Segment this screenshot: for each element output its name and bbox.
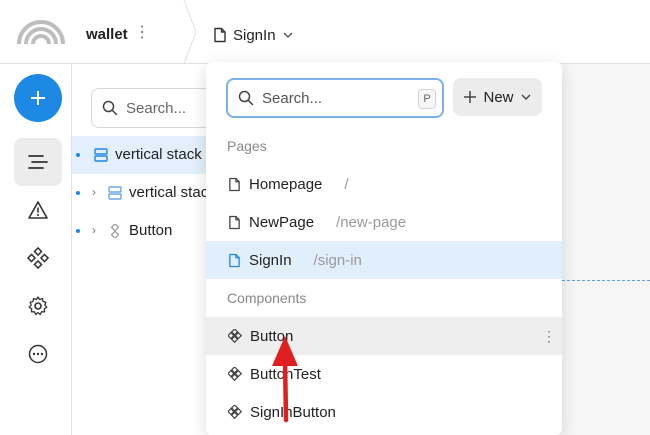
page-item-homepage[interactable]: Homepage / bbox=[206, 165, 562, 203]
search-icon bbox=[102, 100, 118, 116]
component-item-button[interactable]: Button ⋮ bbox=[206, 317, 562, 355]
vertical-stack-icon bbox=[94, 148, 108, 162]
components-icon bbox=[27, 247, 49, 269]
chevron-right-icon[interactable]: › bbox=[92, 223, 96, 237]
layers-icon bbox=[28, 155, 48, 169]
more-circle-icon bbox=[28, 344, 48, 364]
layer-indicator-dot bbox=[76, 153, 80, 157]
page-icon bbox=[228, 177, 241, 192]
plus-icon bbox=[31, 91, 45, 105]
pages-section-label: Pages bbox=[227, 138, 267, 154]
chevron-down-icon bbox=[521, 94, 530, 100]
layer-indicator-dot bbox=[76, 229, 80, 233]
page-icon bbox=[228, 215, 241, 230]
more-button[interactable] bbox=[14, 330, 62, 378]
left-rail bbox=[0, 64, 72, 435]
chevron-right-icon[interactable]: › bbox=[92, 185, 96, 199]
app-name[interactable]: wallet bbox=[86, 26, 128, 43]
page-name: SignIn bbox=[249, 251, 292, 269]
page-path: /sign-in bbox=[313, 251, 362, 269]
components-button[interactable] bbox=[14, 234, 62, 282]
component-menu-kebab-icon[interactable]: ⋮ bbox=[542, 328, 556, 345]
new-button-label: New bbox=[483, 88, 514, 106]
page-item-signin[interactable]: SignIn /sign-in bbox=[206, 241, 562, 279]
page-selector[interactable]: SignIn bbox=[213, 24, 294, 46]
layer-row[interactable]: › Button bbox=[72, 212, 212, 250]
page-icon bbox=[228, 253, 241, 268]
page-name: Homepage bbox=[249, 175, 323, 193]
page-search-input[interactable]: Search... P bbox=[226, 78, 444, 118]
layer-label: vertical stack bbox=[115, 146, 202, 163]
component-icon bbox=[228, 367, 242, 381]
canvas-guide-line bbox=[562, 280, 650, 281]
add-button[interactable] bbox=[14, 74, 62, 122]
component-icon bbox=[228, 329, 242, 343]
search-icon bbox=[238, 90, 254, 106]
layers-panel: Search... vertical stack › vertical stac… bbox=[72, 64, 241, 435]
app-menu-kebab-icon[interactable]: ⋮ bbox=[134, 25, 150, 43]
layer-indicator-dot bbox=[76, 191, 80, 195]
page-path: / bbox=[344, 175, 349, 193]
page-switcher-dropdown: Search... P New Pages Homepage / NewPage… bbox=[206, 62, 562, 435]
settings-button[interactable] bbox=[14, 282, 62, 330]
layer-label: Button bbox=[129, 222, 173, 239]
layers-button[interactable] bbox=[14, 138, 62, 186]
new-button[interactable]: New bbox=[453, 78, 542, 116]
current-page-name: SignIn bbox=[233, 26, 276, 44]
annotation-arrow-icon bbox=[264, 332, 308, 432]
layers-search-placeholder: Search... bbox=[126, 99, 187, 117]
plus-icon bbox=[464, 91, 477, 103]
component-icon bbox=[228, 405, 242, 419]
component-icon bbox=[108, 224, 122, 238]
layer-row[interactable]: › vertical stack bbox=[72, 174, 212, 212]
component-item-signinbutton[interactable]: SignInButton bbox=[206, 393, 562, 431]
top-bar: wallet ⋮ SignIn bbox=[0, 0, 650, 64]
layer-row[interactable]: vertical stack bbox=[72, 136, 212, 174]
shortcut-key-badge: P bbox=[418, 89, 436, 109]
breadcrumb-separator bbox=[174, 0, 198, 64]
warning-triangle-icon bbox=[28, 201, 48, 219]
components-section-label: Components bbox=[227, 290, 307, 306]
page-icon bbox=[213, 27, 227, 43]
gear-icon bbox=[28, 296, 48, 316]
layer-label: vertical stack bbox=[129, 184, 212, 201]
page-name: NewPage bbox=[249, 213, 315, 231]
page-item-newpage[interactable]: NewPage /new-page bbox=[206, 203, 562, 241]
page-path: /new-page bbox=[336, 213, 407, 231]
vertical-stack-icon bbox=[108, 186, 122, 200]
component-item-buttontest[interactable]: ButtonTest bbox=[206, 355, 562, 393]
page-search-placeholder: Search... bbox=[262, 89, 323, 107]
chevron-down-icon bbox=[282, 29, 294, 41]
app-logo-icon[interactable] bbox=[16, 14, 66, 48]
warnings-button[interactable] bbox=[14, 186, 62, 234]
